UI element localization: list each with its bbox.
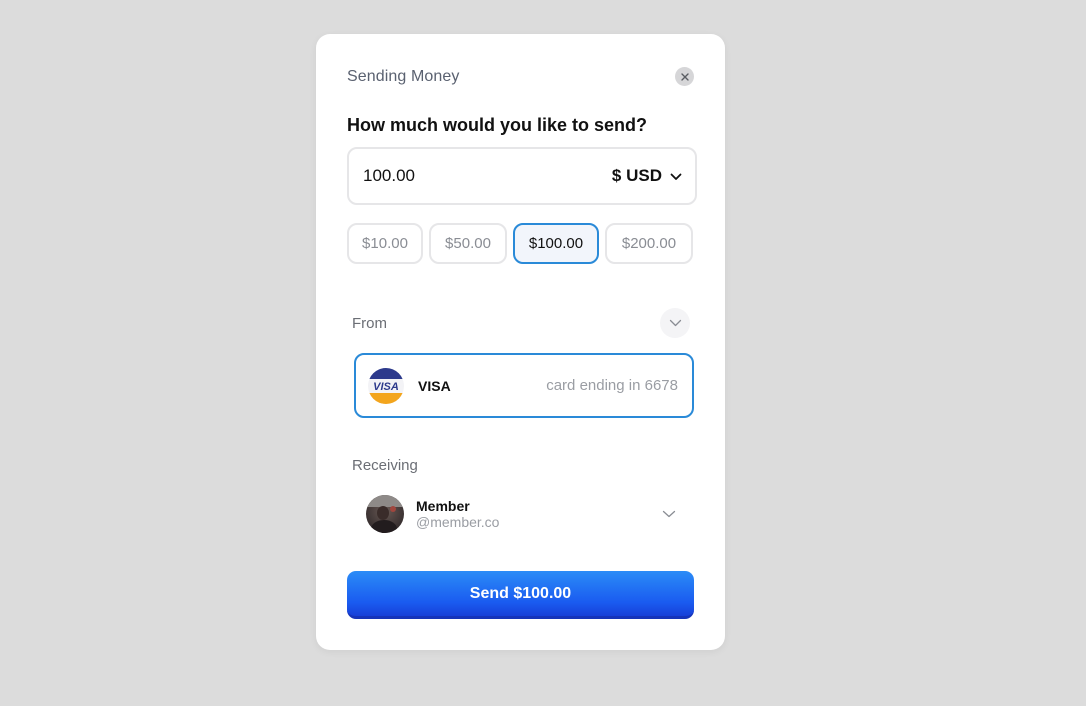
currency-label: $ USD [611, 166, 662, 185]
avatar [366, 495, 404, 533]
amount-question: How much would you like to send? [347, 115, 648, 135]
chevron-down-icon [662, 510, 676, 518]
dialog-title: Sending Money [347, 68, 460, 85]
from-expand-button[interactable] [660, 308, 690, 338]
receiver-name: Member [416, 497, 470, 514]
receiver-select[interactable]: Member @member.co [366, 495, 676, 533]
currency-select[interactable]: $ USD [612, 166, 682, 186]
preset-100-button[interactable]: $100.00 [513, 223, 599, 264]
amount-presets: $10.00 $50.00 $100.00 $200.00 [347, 223, 694, 264]
receiver-info: Member @member.co [416, 498, 499, 531]
from-label: From [352, 315, 387, 332]
chevron-down-icon [670, 166, 682, 186]
chevron-down-icon [669, 314, 682, 332]
send-button[interactable]: Send $100.00 [347, 571, 694, 619]
preset-10-button[interactable]: $10.00 [347, 223, 423, 264]
svg-text:VISA: VISA [373, 381, 399, 393]
receiver-handle: @member.co [416, 513, 500, 530]
close-button[interactable] [675, 67, 694, 86]
card-brand-label: VISA [418, 377, 451, 394]
visa-logo-icon: VISA [368, 367, 404, 404]
amount-input[interactable]: 100.00 [363, 166, 415, 186]
send-money-dialog: Sending Money How much would you like to… [316, 34, 725, 650]
payment-card-option[interactable]: VISA VISA card ending in 6678 [354, 353, 694, 418]
preset-50-button[interactable]: $50.00 [429, 223, 507, 264]
preset-200-button[interactable]: $200.00 [605, 223, 693, 264]
amount-field[interactable]: 100.00 $ USD [347, 147, 697, 205]
card-ending-text: card ending in 6678 [546, 377, 678, 394]
close-icon [680, 68, 689, 86]
receiving-label: Receiving [352, 457, 418, 474]
